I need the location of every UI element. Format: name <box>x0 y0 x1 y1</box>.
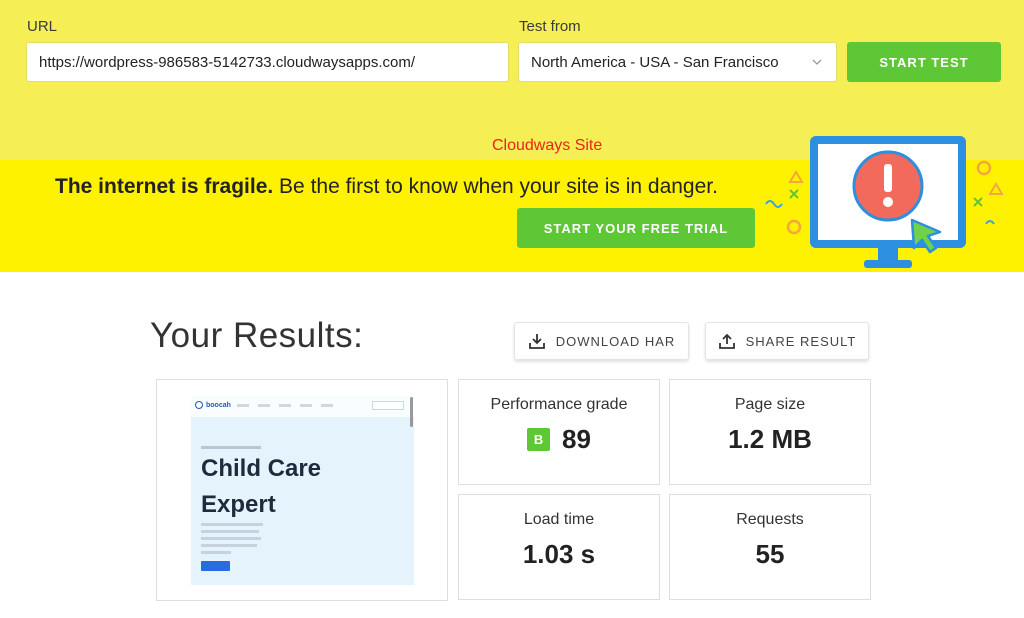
download-icon <box>528 334 545 349</box>
download-har-label: DOWNLOAD HAR <box>555 333 676 349</box>
share-icon <box>718 333 735 349</box>
site-label: Cloudways Site <box>492 137 603 154</box>
grade-badge: B <box>527 428 551 451</box>
stat-value: 89 <box>562 424 591 454</box>
share-result-label: SHARE RESULT <box>745 333 857 349</box>
url-label: URL <box>27 18 58 35</box>
performance-grade-card: Performance grade B 89 <box>458 379 660 485</box>
stat-value-row: B 89 <box>459 424 659 455</box>
screenshot-paragraph <box>201 523 263 558</box>
page: URL Test from North America - USA - San … <box>0 0 1024 618</box>
stat-label: Load time <box>523 511 595 528</box>
brand-logo-icon <box>195 401 203 409</box>
stat-value: 1.2 MB <box>728 424 812 454</box>
stat-value: 1.03 s <box>522 539 596 569</box>
monitor-alert-illustration <box>765 136 1004 268</box>
screenshot-brand: boocah <box>195 401 231 409</box>
screenshot-kicker <box>201 446 261 449</box>
page-screenshot-card: boocah Child Care Expert <box>156 379 448 601</box>
results-title: Your Results: <box>150 316 364 355</box>
page-size-card: Page size 1.2 MB <box>669 379 871 485</box>
location-select[interactable]: North America - USA - San Francisco <box>518 42 837 82</box>
stat-label: Requests <box>736 511 804 528</box>
load-time-card: Load time 1.03 s <box>458 494 660 600</box>
location-select-value: North America - USA - San Francisco <box>531 53 779 71</box>
test-from-label: Test from <box>519 18 581 35</box>
screenshot-nav-button <box>372 401 404 410</box>
page-screenshot: boocah Child Care Expert <box>191 395 414 585</box>
download-har-button[interactable]: DOWNLOAD HAR <box>514 322 689 360</box>
stat-label: Page size <box>734 396 806 413</box>
screenshot-brand-name: boocah <box>206 401 231 409</box>
screenshot-heading: Child Care Expert <box>201 455 322 518</box>
stat-value: 55 <box>755 539 785 569</box>
stat-label: Performance grade <box>490 396 628 413</box>
share-result-button[interactable]: SHARE RESULT <box>705 322 869 360</box>
promo-headline-rest: Be the first to know when your site is i… <box>273 175 718 198</box>
screenshot-cta <box>201 561 230 571</box>
start-free-trial-button[interactable]: START YOUR FREE TRIAL <box>517 208 755 248</box>
start-test-button[interactable]: START TEST <box>847 42 1001 82</box>
requests-card: Requests 55 <box>669 494 871 600</box>
chevron-down-icon <box>810 55 824 69</box>
url-input[interactable] <box>26 42 509 82</box>
promo-headline: The internet is fragile. Be the first to… <box>55 175 718 199</box>
screenshot-scrollbar <box>410 397 413 427</box>
promo-headline-bold: The internet is fragile. <box>55 175 274 198</box>
screenshot-nav-links <box>237 404 333 407</box>
